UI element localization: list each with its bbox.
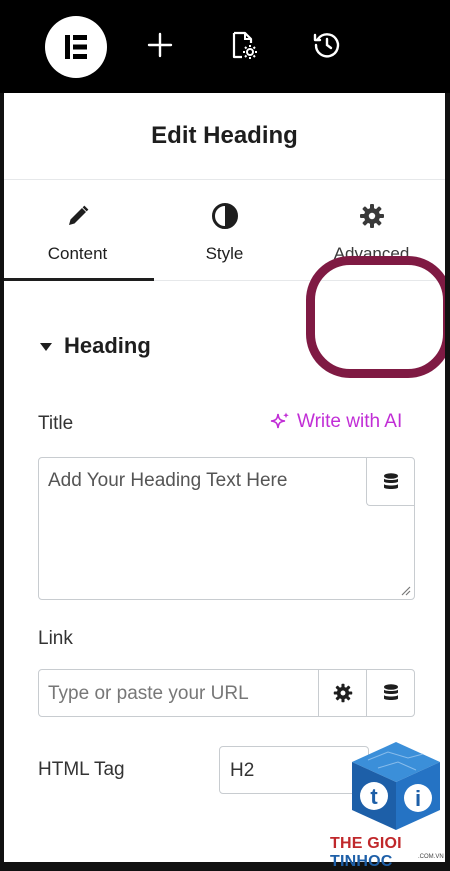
highlight-annotation-ring (306, 256, 445, 378)
watermark-text: THE GIOI TINHOC (330, 835, 402, 870)
gear-icon (359, 202, 385, 230)
resize-handle-icon[interactable] (399, 584, 411, 596)
title-label: Title (38, 413, 74, 434)
section-title: Heading (64, 333, 151, 358)
elementor-logo-icon (65, 35, 87, 59)
sparkle-icon (270, 412, 289, 429)
watermark-domain: .COM.VN (418, 854, 444, 860)
title-placeholder: Add Your Heading Text Here (48, 470, 288, 491)
tab-label: Content (47, 244, 108, 263)
caret-down-icon (40, 343, 52, 351)
link-dynamic-tags-button[interactable] (366, 669, 414, 717)
link-options-button[interactable] (318, 669, 366, 717)
panel-tabs: Content Style Advanced (4, 180, 445, 378)
ai-link-label: Write with AI (297, 411, 403, 432)
svg-text:i: i (415, 786, 421, 811)
gear-icon (333, 683, 352, 703)
database-icon (383, 472, 398, 489)
database-icon (383, 684, 398, 700)
tab-style[interactable]: Style (151, 180, 298, 280)
section-heading-toggle[interactable]: Heading (40, 333, 151, 359)
history-icon[interactable] (312, 30, 342, 60)
half-circle-icon (211, 202, 239, 230)
panel-title: Edit Heading (4, 93, 445, 180)
html-tag-value: H2 (230, 760, 255, 781)
dynamic-tags-button[interactable] (366, 458, 414, 506)
tab-label: Style (205, 244, 244, 263)
title-textarea[interactable]: Add Your Heading Text Here (38, 457, 415, 600)
url-input[interactable]: Type or paste your URL (38, 669, 415, 717)
elementor-logo-button[interactable] (45, 16, 107, 78)
page-settings-icon[interactable] (228, 30, 258, 60)
pencil-icon (66, 202, 90, 230)
tab-content[interactable]: Content (4, 180, 154, 281)
html-tag-label: HTML Tag (38, 759, 125, 780)
watermark-logo: t i THE GIOI TINHOC .COM.VN (326, 736, 450, 870)
plus-icon[interactable] (145, 30, 175, 60)
link-label: Link (38, 628, 73, 649)
write-with-ai-link[interactable]: Write with AI (269, 411, 402, 433)
active-tab-indicator (4, 278, 154, 281)
top-toolbar (0, 0, 450, 93)
cube-logo-icon: t i (352, 742, 440, 830)
svg-text:t: t (370, 784, 378, 809)
url-placeholder: Type or paste your URL (48, 683, 249, 704)
